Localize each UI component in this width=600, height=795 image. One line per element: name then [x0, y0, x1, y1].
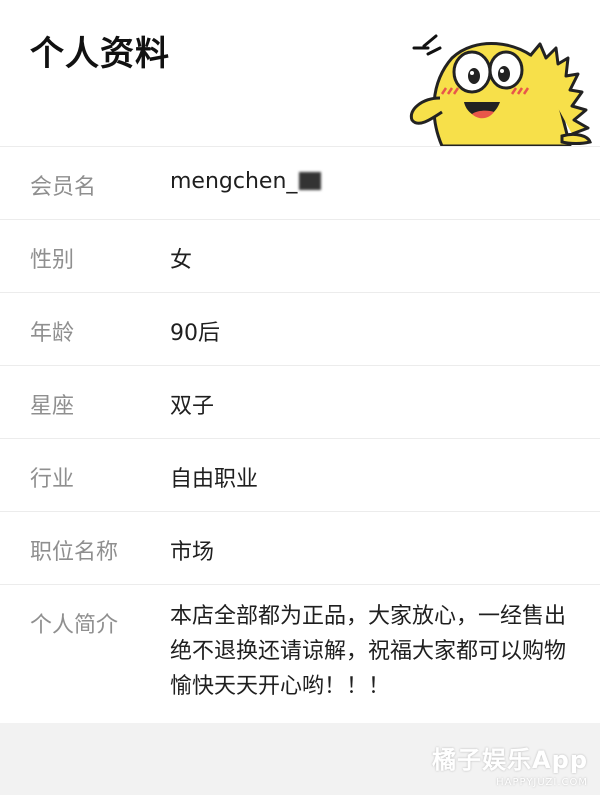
profile-row-age: 年龄 90后	[0, 292, 600, 365]
page-title: 个人资料	[30, 34, 170, 74]
field-label-gender: 性别	[30, 248, 75, 273]
watermark-main-text: 橘子娱乐App	[432, 746, 588, 774]
profile-row-bio: 个人简介 本店全部都为正品，大家放心，一经售出绝不退换还请谅解，祝福大家都可以购…	[0, 584, 600, 715]
watermark-sub-text: HAPPYJUZI.COM	[496, 777, 588, 788]
field-value-zodiac: 双子	[170, 394, 215, 419]
field-value-bio: 本店全部都为正品，大家放心，一经售出绝不退换还请谅解，祝福大家都可以购物愉快天天…	[170, 604, 567, 699]
field-label-job-title: 职位名称	[30, 540, 119, 565]
profile-row-gender: 性别 女	[0, 219, 600, 292]
field-label-bio: 个人简介	[30, 613, 119, 638]
field-label-industry: 行业	[30, 467, 75, 492]
profile-row-job-title: 职位名称 市场	[0, 511, 600, 584]
profile-row-industry: 行业 自由职业	[0, 438, 600, 511]
field-value-gender: 女	[170, 248, 193, 273]
field-value-age: 90后	[170, 321, 220, 346]
field-value-job-title: 市场	[170, 540, 215, 565]
redaction-mark	[299, 172, 322, 190]
field-label-age: 年龄	[30, 321, 75, 346]
watermark: 橘子娱乐App HAPPYJUZI.COM	[432, 740, 588, 788]
mascot-icon	[400, 28, 600, 148]
field-value-username: mengchen_	[170, 169, 322, 194]
field-label-username: 会员名	[30, 175, 97, 200]
field-label-zodiac: 星座	[30, 394, 75, 419]
profile-header: 个人资料	[0, 0, 600, 148]
profile-row-username: 会员名 mengchen_	[0, 146, 600, 219]
field-value-industry: 自由职业	[170, 467, 259, 492]
profile-row-zodiac: 星座 双子	[0, 365, 600, 438]
username-text: mengchen_	[170, 169, 298, 194]
profile-field-list: 会员名 mengchen_ 性别 女 年龄 90后 星座 双子 行业 自由职业 …	[0, 146, 600, 715]
